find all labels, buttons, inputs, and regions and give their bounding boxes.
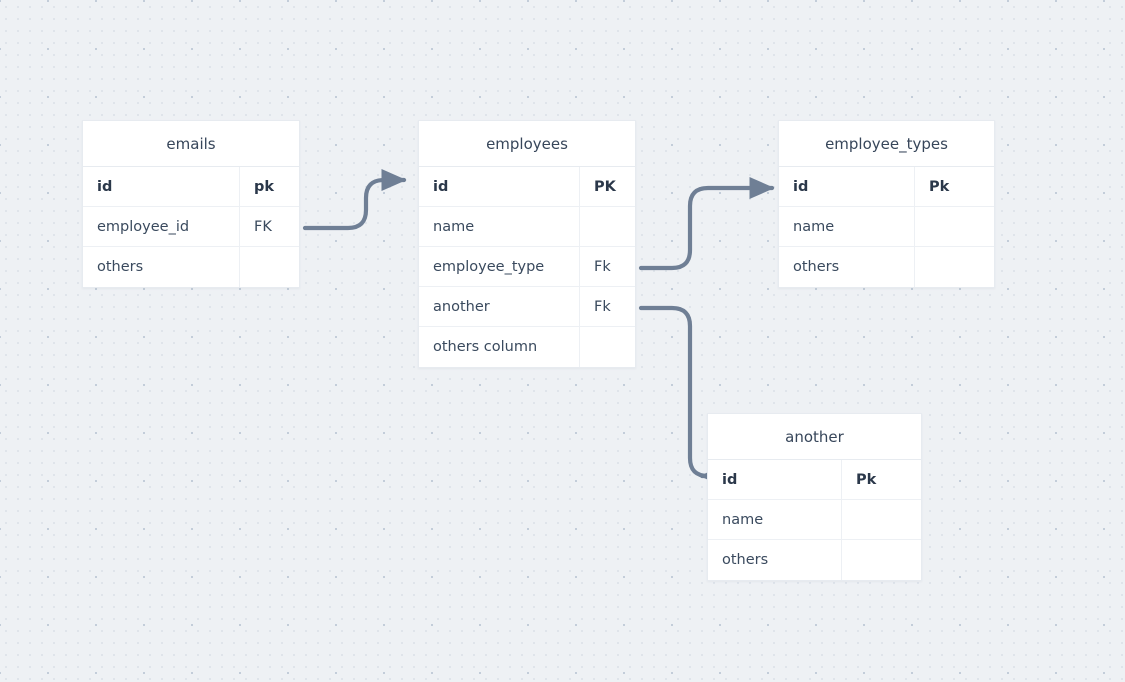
attribute-name: id <box>708 460 842 499</box>
attribute-row[interactable]: another Fk <box>419 287 635 327</box>
attribute-row[interactable]: others <box>708 540 921 580</box>
attribute-row[interactable]: id Pk <box>779 167 994 207</box>
entity-emails[interactable]: emails id pk employee_id FK others <box>82 120 300 288</box>
attribute-key: pk <box>254 178 275 195</box>
attribute-key <box>842 500 921 539</box>
entity-title: employees <box>419 121 635 167</box>
entity-employee-types[interactable]: employee_types id Pk name others <box>778 120 995 288</box>
attribute-name: name <box>708 500 842 539</box>
attribute-key: Pk <box>856 471 877 488</box>
attribute-row[interactable]: id PK <box>419 167 635 207</box>
attribute-name: others <box>83 247 240 287</box>
attribute-key: Fk <box>594 298 611 315</box>
edge-employees-to-employee-types <box>638 176 775 271</box>
attribute-row[interactable]: others column <box>419 327 635 367</box>
edge-employees-to-another <box>638 305 725 488</box>
attribute-row[interactable]: id Pk <box>708 460 921 500</box>
attribute-key: FK <box>254 218 272 235</box>
attribute-key <box>580 207 635 246</box>
attribute-name: name <box>779 207 915 246</box>
attribute-key: Pk <box>929 178 950 195</box>
attribute-row[interactable]: employee_type Fk <box>419 247 635 287</box>
attribute-key <box>915 207 994 246</box>
attribute-row[interactable]: name <box>779 207 994 247</box>
entity-another[interactable]: another id Pk name others <box>707 413 922 581</box>
attribute-name: name <box>419 207 580 246</box>
attribute-key <box>915 247 994 287</box>
entity-employees[interactable]: employees id PK name employee_type Fk an… <box>418 120 636 368</box>
attribute-key: Fk <box>594 258 611 275</box>
attribute-name: others <box>708 540 842 580</box>
attribute-row[interactable]: name <box>419 207 635 247</box>
attribute-name: others column <box>419 327 580 367</box>
attribute-key <box>580 327 635 367</box>
attribute-row[interactable]: others <box>779 247 994 287</box>
attribute-name: others <box>779 247 915 287</box>
attribute-name: id <box>83 167 240 206</box>
attribute-key <box>842 540 921 580</box>
attribute-key: PK <box>594 178 616 195</box>
attribute-name: employee_type <box>419 247 580 286</box>
attribute-row[interactable]: others <box>83 247 299 287</box>
attribute-name: id <box>779 167 915 206</box>
diagram-canvas[interactable]: emails id pk employee_id FK others emplo… <box>0 0 1125 682</box>
attribute-key <box>240 247 299 287</box>
attribute-row[interactable]: id pk <box>83 167 299 207</box>
attribute-row[interactable]: employee_id FK <box>83 207 299 247</box>
edge-emails-to-employees <box>302 168 407 231</box>
attribute-row[interactable]: name <box>708 500 921 540</box>
attribute-name: id <box>419 167 580 206</box>
entity-title: emails <box>83 121 299 167</box>
attribute-name: employee_id <box>83 207 240 246</box>
entity-title: another <box>708 414 921 460</box>
attribute-name: another <box>419 287 580 326</box>
entity-title: employee_types <box>779 121 994 167</box>
